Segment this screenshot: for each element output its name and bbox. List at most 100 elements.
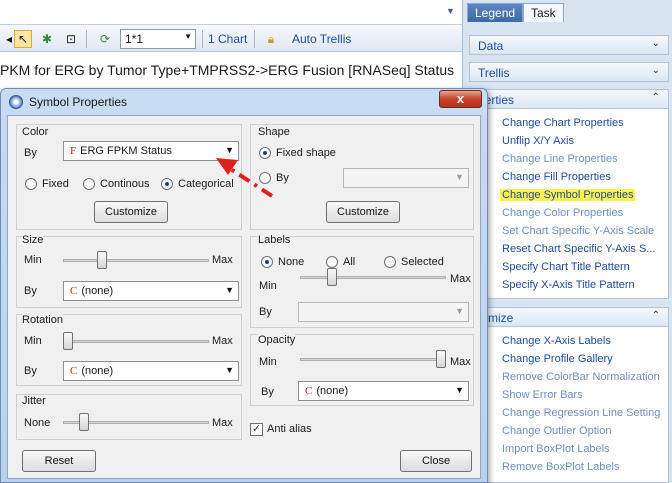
anti-alias-label: Anti alias	[267, 423, 312, 435]
task-link[interactable]: Change Regression Line Setting	[502, 407, 660, 419]
task-link[interactable]: Remove BoxPlot Labels	[502, 461, 619, 473]
shape-by-radio[interactable]	[259, 172, 271, 184]
task-link[interactable]: Specify X-Axis Title Pattern	[502, 279, 635, 291]
size-by-label: By	[24, 285, 37, 297]
task-link[interactable]: Import BoxPlot Labels	[502, 443, 610, 455]
customize-list: Change X-Axis Labels Change Profile Galle…	[469, 327, 669, 483]
auto-trellis-link[interactable]: Auto Trellis	[292, 32, 351, 46]
tab-legend[interactable]: Legend	[467, 3, 524, 22]
size-by-select[interactable]: C (none) ▼	[63, 281, 239, 301]
color-continous-label: Continous	[100, 178, 150, 190]
anti-alias-checkbox[interactable]: ✓	[250, 423, 263, 436]
task-link[interactable]: Change Chart Properties	[502, 117, 624, 129]
task-link[interactable]: Set Chart Specific Y-Axis Scale	[502, 225, 654, 237]
chevron-down-icon: ▼	[225, 285, 234, 295]
node-icon[interactable]: ✱	[38, 30, 56, 48]
shape-by-select[interactable]: ▼	[343, 168, 469, 188]
close-icon[interactable]: x	[439, 90, 482, 108]
task-link[interactable]: Unflip X/Y Axis	[502, 135, 574, 147]
task-link[interactable]: Change Color Properties	[502, 207, 623, 219]
chevron-down-icon: ▼	[225, 145, 234, 155]
rotation-slider-track[interactable]	[63, 340, 209, 343]
column-icon: C	[305, 385, 313, 397]
opacity-group-label: Opacity	[258, 334, 296, 346]
section-trellis[interactable]: Trellis ⌄	[469, 62, 669, 82]
dialog-titlebar[interactable]: Symbol Properties x	[1, 89, 487, 115]
opacity-by-label: By	[261, 386, 274, 398]
labels-selected-radio[interactable]	[384, 256, 396, 268]
color-categorical-radio[interactable]	[161, 178, 173, 190]
fit-icon[interactable]: ⊡	[62, 30, 80, 48]
chevron-down-icon: ▼	[225, 365, 234, 375]
labels-min-label: Min	[259, 280, 277, 292]
app-icon	[9, 95, 23, 109]
labels-slider-track[interactable]	[300, 276, 446, 279]
one-chart-link[interactable]: 1 Chart	[208, 32, 247, 46]
reset-button[interactable]: Reset	[22, 450, 96, 472]
color-by-select[interactable]: F ERG FPKM Status ▼	[63, 141, 239, 161]
labels-max-label: Max	[450, 273, 471, 285]
rotation-by-select[interactable]: C (none) ▼	[63, 361, 239, 381]
shape-customize-button[interactable]: Customize	[326, 201, 400, 223]
rotation-by-label: By	[24, 365, 37, 377]
refresh-icon[interactable]: ⟳	[96, 30, 114, 48]
opacity-min-label: Min	[259, 356, 277, 368]
task-link[interactable]: Specify Chart Title Pattern	[502, 261, 630, 273]
jitter-group-label: Jitter	[22, 395, 46, 407]
task-link[interactable]: Change X-Axis Labels	[502, 335, 611, 347]
collapse-icon: ⌃	[651, 310, 660, 321]
size-max-label: Max	[212, 254, 233, 266]
section-properties[interactable]: perties ⌃	[469, 89, 669, 109]
task-link[interactable]: Reset Chart Specific Y-Axis S...	[502, 243, 655, 255]
opacity-by-select[interactable]: C (none) ▼	[298, 381, 469, 401]
opacity-slider-track[interactable]	[300, 358, 446, 361]
task-panel: Legend Task Data ⌄ Trellis ⌄ perties ⌃ C…	[462, 0, 672, 483]
opacity-max-label: Max	[450, 356, 471, 368]
close-button[interactable]: Close	[400, 450, 472, 472]
fixed-shape-label: Fixed shape	[276, 147, 336, 159]
size-slider-thumb[interactable]	[97, 251, 107, 269]
dialog-title: Symbol Properties	[29, 95, 128, 109]
layout-combo-value: 1*1	[125, 32, 144, 46]
task-link[interactable]: Change Fill Properties	[502, 171, 611, 183]
task-link[interactable]: Show Error Bars	[502, 389, 583, 401]
task-link[interactable]: Change Line Properties	[502, 153, 618, 165]
section-data[interactable]: Data ⌄	[469, 35, 669, 55]
expand-icon: ⌄	[651, 65, 660, 76]
lock-icon[interactable]: 🔒︎	[262, 30, 280, 48]
section-customize[interactable]: tomize ⌃	[469, 307, 669, 327]
chevron-down-icon: ▼	[184, 32, 192, 41]
chart-toolbar: ◂ ↖ ✱ ⊡ ⟳ 1*1 ▼ 1 Chart 🔒︎ Auto Trellis	[0, 24, 462, 52]
jitter-min-label: None	[24, 417, 51, 429]
rotation-slider-thumb[interactable]	[63, 332, 73, 350]
task-link[interactable]: Change Profile Gallery	[502, 353, 613, 365]
task-link[interactable]: Remove ColorBar Normalization	[502, 371, 660, 383]
properties-list: Change Chart Properties Unflip X/Y Axis Ch…	[469, 109, 669, 299]
chevron-down-icon: ▼	[455, 306, 464, 316]
task-link[interactable]: Change Symbol Properties	[500, 189, 636, 201]
tab-task[interactable]: Task	[523, 3, 564, 22]
labels-all-radio[interactable]	[326, 256, 338, 268]
color-continous-radio[interactable]	[83, 178, 95, 190]
color-customize-button[interactable]: Customize	[94, 201, 168, 223]
size-slider-track[interactable]	[63, 259, 209, 262]
labels-selected-label: Selected	[401, 256, 444, 268]
labels-slider-thumb[interactable]	[327, 268, 338, 286]
fixed-shape-radio[interactable]	[259, 147, 271, 159]
color-fixed-label: Fixed	[42, 178, 69, 190]
task-link[interactable]: Change Outlier Option	[502, 425, 611, 437]
color-fixed-radio[interactable]	[25, 178, 37, 190]
pointer-icon[interactable]: ↖	[14, 30, 32, 48]
chevron-down-icon[interactable]: ▼	[446, 6, 455, 16]
jitter-slider-thumb[interactable]	[79, 413, 90, 431]
layout-combo[interactable]: 1*1 ▼	[120, 29, 196, 49]
shape-group-label: Shape	[258, 126, 290, 138]
opacity-slider-thumb[interactable]	[436, 350, 446, 368]
chevron-down-icon: ▼	[455, 172, 464, 182]
shape-by-label: By	[276, 172, 289, 184]
column-icon: C	[70, 365, 78, 377]
labels-by-select[interactable]: ▼	[298, 302, 469, 322]
labels-none-radio[interactable]	[261, 256, 273, 268]
expand-icon: ⌄	[651, 38, 660, 49]
rotation-min-label: Min	[24, 335, 42, 347]
